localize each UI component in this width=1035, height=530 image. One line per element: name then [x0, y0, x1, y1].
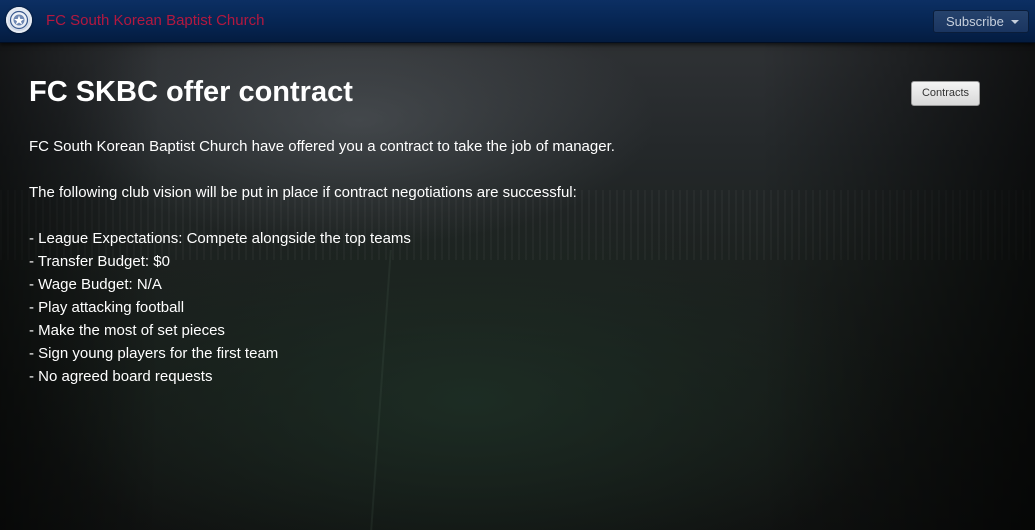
vision-item: - Wage Budget: N/A — [29, 276, 162, 293]
vision-item: - League Expectations: Compete alongside… — [29, 230, 411, 247]
offer-intro-text: FC South Korean Baptist Church have offe… — [29, 138, 615, 155]
subscribe-button[interactable]: Subscribe — [933, 10, 1029, 33]
vision-list: - League Expectations: Compete alongside… — [29, 229, 889, 390]
offer-content: FC South Korean Baptist Church have offe… — [29, 137, 889, 390]
vision-item: - No agreed board requests — [29, 368, 213, 385]
club-name-link[interactable]: FC South Korean Baptist Church — [46, 12, 264, 29]
vision-item: - Make the most of set pieces — [29, 322, 225, 339]
club-crest-icon[interactable] — [6, 7, 32, 33]
subscribe-label: Subscribe — [946, 14, 1004, 29]
top-navbar: FC South Korean Baptist Church Subscribe — [0, 0, 1035, 43]
page-title: FC SKBC offer contract — [29, 76, 353, 108]
contracts-button[interactable]: Contracts — [911, 81, 980, 106]
vision-intro-text: The following club vision will be put in… — [29, 184, 577, 201]
vision-item: - Play attacking football — [29, 299, 185, 316]
chevron-down-icon — [1011, 20, 1019, 24]
vision-item: - Sign young players for the first team — [29, 345, 279, 362]
vision-item: - Transfer Budget: $0 — [29, 253, 170, 270]
